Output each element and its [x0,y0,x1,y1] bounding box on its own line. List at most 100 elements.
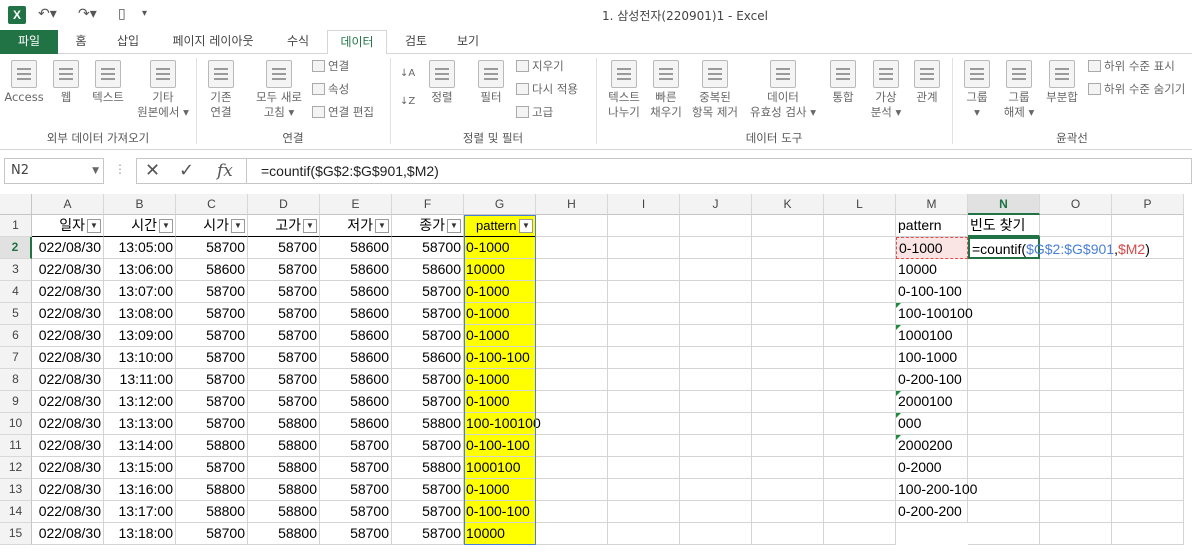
pattern-cell[interactable]: 0-100-100 [464,347,536,369]
data-cell[interactable]: 022/08/30 [32,501,104,523]
pattern-cell[interactable]: 0-1000 [464,325,536,347]
grid-cell[interactable] [1040,523,1112,545]
other-sources-button[interactable]: 기타 원본에서 ▾ [134,60,192,120]
data-cell[interactable]: 58800 [176,479,248,501]
grid-cell[interactable] [824,457,896,479]
grid-cell[interactable] [680,457,752,479]
data-cell[interactable]: 58700 [320,457,392,479]
pattern-list-cell[interactable]: 100-1000 [896,347,968,369]
grid-cell[interactable] [824,303,896,325]
data-cell[interactable]: 13:10:00 [104,347,176,369]
grid-cell[interactable] [1040,457,1112,479]
sort-button[interactable]: 정렬 [424,60,460,105]
data-cell[interactable]: 58700 [392,479,464,501]
column-header-j[interactable]: J [680,194,752,215]
grid-cell[interactable] [824,281,896,303]
grid-cell[interactable] [680,215,752,237]
grid-cell[interactable] [608,281,680,303]
data-cell[interactable]: 022/08/30 [32,237,104,259]
data-cell[interactable]: 13:14:00 [104,435,176,457]
grid-cell[interactable] [752,479,824,501]
grid-cell[interactable] [752,501,824,523]
data-cell[interactable]: 58700 [392,391,464,413]
pattern-list-cell[interactable]: 0-200-200 [896,501,968,523]
grid-cell[interactable] [1112,457,1184,479]
grid-cell[interactable] [1040,259,1112,281]
data-cell[interactable]: 13:09:00 [104,325,176,347]
filter-dropdown-icon[interactable]: ▼ [159,219,173,233]
column-header-h[interactable]: H [536,194,608,215]
grid-cell[interactable] [1040,413,1112,435]
grid-cell[interactable] [752,215,824,237]
column-header-p[interactable]: P [1112,194,1184,215]
pattern-list-cell[interactable]: 2000100 [896,391,968,413]
grid-cell[interactable] [824,523,896,545]
data-cell[interactable]: 58700 [320,523,392,545]
pattern-list-cell[interactable]: 1000100 [896,325,968,347]
grid-cell[interactable] [968,479,1040,501]
data-cell[interactable]: 58700 [392,325,464,347]
pattern-cell[interactable]: 0-1000 [464,237,536,259]
enter-check-icon[interactable]: ✓ [179,161,194,181]
row-header-1[interactable]: 1 [0,215,32,237]
tab-insert[interactable]: 삽입 [108,30,148,54]
column-header-d[interactable]: D [248,194,320,215]
pattern-list-cell[interactable]: 100-200-100 [896,479,977,501]
header-cell-a[interactable]: 일자 ▼ [32,215,104,237]
row-header-9[interactable]: 9 [0,391,32,413]
column-header-l[interactable]: L [824,194,896,215]
grid-cell[interactable] [680,325,752,347]
grid-cell[interactable] [1112,523,1184,545]
grid-cell[interactable] [1040,325,1112,347]
grid-cell[interactable] [1040,369,1112,391]
pattern-cell[interactable]: 0-1000 [464,391,536,413]
grid-cell[interactable] [752,281,824,303]
grid-cell[interactable] [680,303,752,325]
pattern-list-cell[interactable]: 0-1000 [896,237,968,259]
grid-cell[interactable] [1112,259,1184,281]
data-cell[interactable]: 022/08/30 [32,325,104,347]
data-cell[interactable]: 022/08/30 [32,303,104,325]
grid-cell[interactable] [680,479,752,501]
data-cell[interactable]: 58600 [320,237,392,259]
data-cell[interactable]: 58800 [176,435,248,457]
grid-cell[interactable] [608,457,680,479]
data-cell[interactable]: 13:17:00 [104,501,176,523]
pattern-cell[interactable]: 0-100-100 [464,435,536,457]
grid-cell[interactable] [608,501,680,523]
data-cell[interactable]: 58600 [392,259,464,281]
grid-cell[interactable] [968,369,1040,391]
text-import-button[interactable]: 텍스트 [86,60,130,105]
grid-cell[interactable] [752,457,824,479]
grid-cell[interactable] [1112,215,1184,237]
grid-cell[interactable] [752,369,824,391]
pattern-cell[interactable]: 0-100-100 [464,501,536,523]
filter-dropdown-icon[interactable]: ▼ [303,219,317,233]
data-cell[interactable]: 13:15:00 [104,457,176,479]
data-cell[interactable]: 58700 [176,303,248,325]
pattern-cell[interactable]: 1000100 [464,457,536,479]
grid-cell[interactable] [1040,215,1112,237]
data-cell[interactable]: 58700 [392,303,464,325]
row-header-11[interactable]: 11 [0,435,32,457]
pattern-header-cell[interactable]: pattern [896,215,968,237]
grid-cell[interactable] [536,215,608,237]
data-validation-button[interactable]: 데이터 유효성 검사 ▾ [744,60,822,120]
grid-cell[interactable] [968,523,1040,545]
grid-cell[interactable] [824,237,896,259]
pattern-cell[interactable]: 10000 [464,259,536,281]
grid-cell[interactable] [1040,391,1112,413]
properties-button[interactable]: 속성 [312,81,349,97]
data-cell[interactable]: 58700 [392,281,464,303]
remove-duplicates-button[interactable]: 중복된 항목 제거 [686,60,744,120]
column-header-e[interactable]: E [320,194,392,215]
grid-cell[interactable] [752,237,824,259]
pattern-list-cell[interactable]: 10000 [896,259,968,281]
grid-cell[interactable] [680,259,752,281]
column-header-f[interactable]: F [392,194,464,215]
data-cell[interactable]: 58700 [248,347,320,369]
pattern-list-cell[interactable]: 0-100-100 [896,281,968,303]
row-header-2[interactable]: 2 [0,237,32,259]
pattern-list-cell[interactable]: 0-200-100 [896,369,968,391]
data-cell[interactable]: 58800 [248,457,320,479]
